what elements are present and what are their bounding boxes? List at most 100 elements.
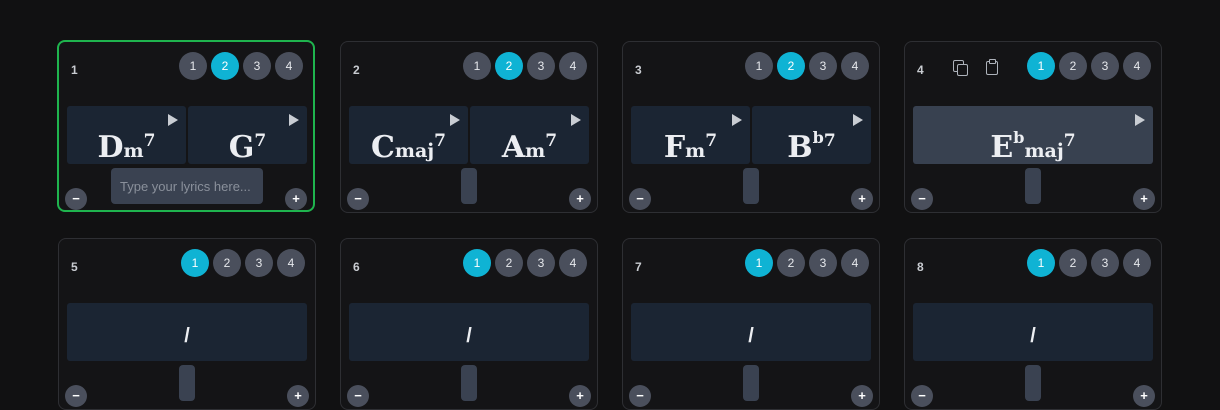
beat-button-2[interactable]: 2 bbox=[495, 52, 523, 80]
lyrics-handle[interactable] bbox=[461, 365, 477, 401]
chord-quality: maj bbox=[394, 140, 435, 162]
beat-selector: 1 2 3 4 bbox=[1027, 52, 1151, 80]
lyrics-handle[interactable] bbox=[1025, 365, 1041, 401]
measure-card-8[interactable]: 8 1 2 3 4 / − + bbox=[904, 238, 1162, 410]
beat-button-4[interactable]: 4 bbox=[841, 52, 869, 80]
add-chord-button[interactable]: + bbox=[569, 385, 591, 407]
chord-slot[interactable]: Bb7 bbox=[752, 106, 871, 165]
beat-button-2[interactable]: 2 bbox=[777, 52, 805, 80]
chord-root: C bbox=[370, 130, 395, 165]
chord-symbol: Cmaj7 bbox=[349, 128, 468, 165]
chord-slot[interactable]: G7 bbox=[188, 106, 307, 165]
beat-button-1[interactable]: 1 bbox=[463, 52, 491, 80]
beat-button-4[interactable]: 4 bbox=[277, 249, 305, 277]
measure-card-4[interactable]: 4 1 2 3 4 Ebmaj7 − + bbox=[904, 41, 1162, 213]
add-chord-button[interactable]: + bbox=[851, 385, 873, 407]
beat-button-3[interactable]: 3 bbox=[527, 249, 555, 277]
chord-slot[interactable]: Fm7 bbox=[631, 106, 750, 165]
chord-slot[interactable]: / bbox=[349, 303, 589, 361]
play-icon[interactable] bbox=[571, 114, 581, 126]
beat-button-3[interactable]: 3 bbox=[809, 52, 837, 80]
play-icon[interactable] bbox=[289, 114, 299, 126]
chord-area: Ebmaj7 bbox=[913, 106, 1153, 165]
beat-button-4[interactable]: 4 bbox=[275, 52, 303, 80]
lyrics-handle[interactable] bbox=[461, 168, 477, 204]
remove-chord-button[interactable]: − bbox=[347, 385, 369, 407]
add-chord-button[interactable]: + bbox=[569, 188, 591, 210]
lyrics-handle[interactable] bbox=[179, 365, 195, 401]
remove-chord-button[interactable]: − bbox=[911, 188, 933, 210]
lyrics-input[interactable] bbox=[111, 168, 263, 204]
chord-root: E bbox=[990, 130, 1014, 165]
beat-button-1[interactable]: 1 bbox=[745, 52, 773, 80]
chord-symbol: Dm7 bbox=[67, 128, 186, 165]
play-icon[interactable] bbox=[168, 114, 178, 126]
beat-button-2[interactable]: 2 bbox=[1059, 52, 1087, 80]
chord-slot[interactable]: Cmaj7 bbox=[349, 106, 468, 165]
beat-button-1[interactable]: 1 bbox=[181, 249, 209, 277]
lyrics-handle[interactable] bbox=[743, 365, 759, 401]
measure-card-3[interactable]: 3 1 2 3 4 Fm7 Bb7 − + bbox=[622, 41, 880, 213]
chord-slot[interactable]: / bbox=[67, 303, 307, 361]
beat-button-3[interactable]: 3 bbox=[243, 52, 271, 80]
beat-button-1[interactable]: 1 bbox=[1027, 249, 1055, 277]
beat-selector: 1 2 3 4 bbox=[745, 52, 869, 80]
beat-button-4[interactable]: 4 bbox=[559, 52, 587, 80]
beat-button-4[interactable]: 4 bbox=[841, 249, 869, 277]
beat-button-3[interactable]: 3 bbox=[245, 249, 273, 277]
lyrics-handle[interactable] bbox=[1025, 168, 1041, 204]
chord-extension: 7 bbox=[434, 131, 447, 151]
add-chord-button[interactable]: + bbox=[1133, 188, 1155, 210]
copy-icon[interactable] bbox=[951, 58, 969, 76]
chord-slot[interactable]: Dm7 bbox=[67, 106, 186, 165]
add-chord-button[interactable]: + bbox=[287, 385, 309, 407]
beat-selector: 1 2 3 4 bbox=[181, 249, 305, 277]
beat-button-3[interactable]: 3 bbox=[809, 249, 837, 277]
beat-button-1[interactable]: 1 bbox=[1027, 52, 1055, 80]
measure-card-2[interactable]: 2 1 2 3 4 Cmaj7 Am7 − + bbox=[340, 41, 598, 213]
measure-card-5[interactable]: 5 1 2 3 4 / − + bbox=[58, 238, 316, 410]
beat-button-2[interactable]: 2 bbox=[211, 52, 239, 80]
play-icon[interactable] bbox=[732, 114, 742, 126]
remove-chord-button[interactable]: − bbox=[629, 188, 651, 210]
measure-number: 6 bbox=[353, 260, 360, 274]
chord-slot[interactable]: / bbox=[913, 303, 1153, 361]
play-icon[interactable] bbox=[1135, 114, 1145, 126]
measure-number: 1 bbox=[71, 63, 78, 77]
beat-button-4[interactable]: 4 bbox=[1123, 249, 1151, 277]
add-chord-button[interactable]: + bbox=[851, 188, 873, 210]
remove-chord-button[interactable]: − bbox=[65, 188, 87, 210]
clipboard-icon[interactable] bbox=[983, 58, 1001, 76]
beat-selector: 1 2 3 4 bbox=[463, 52, 587, 80]
chord-root: B bbox=[787, 130, 813, 165]
beat-button-4[interactable]: 4 bbox=[1123, 52, 1151, 80]
beat-button-2[interactable]: 2 bbox=[213, 249, 241, 277]
add-chord-button[interactable]: + bbox=[285, 188, 307, 210]
chord-slot[interactable]: Ebmaj7 bbox=[913, 106, 1153, 165]
beat-button-1[interactable]: 1 bbox=[179, 52, 207, 80]
chord-slot[interactable]: / bbox=[631, 303, 871, 361]
chord-slot[interactable]: Am7 bbox=[470, 106, 589, 165]
beat-button-2[interactable]: 2 bbox=[1059, 249, 1087, 277]
measure-card-6[interactable]: 6 1 2 3 4 / − + bbox=[340, 238, 598, 410]
beat-button-1[interactable]: 1 bbox=[463, 249, 491, 277]
lyrics-handle[interactable] bbox=[743, 168, 759, 204]
remove-chord-button[interactable]: − bbox=[65, 385, 87, 407]
measure-card-7[interactable]: 7 1 2 3 4 / − + bbox=[622, 238, 880, 410]
beat-button-4[interactable]: 4 bbox=[559, 249, 587, 277]
add-chord-button[interactable]: + bbox=[1133, 385, 1155, 407]
measure-card-1[interactable]: 1 1 2 3 4 Dm7 G7 − + bbox=[57, 40, 315, 212]
beat-button-3[interactable]: 3 bbox=[527, 52, 555, 80]
remove-chord-button[interactable]: − bbox=[629, 385, 651, 407]
beat-button-2[interactable]: 2 bbox=[495, 249, 523, 277]
beat-button-3[interactable]: 3 bbox=[1091, 52, 1119, 80]
beat-button-3[interactable]: 3 bbox=[1091, 249, 1119, 277]
remove-chord-button[interactable]: − bbox=[347, 188, 369, 210]
play-icon[interactable] bbox=[853, 114, 863, 126]
play-icon[interactable] bbox=[450, 114, 460, 126]
chord-area: Fm7 Bb7 bbox=[631, 106, 871, 165]
beat-button-1[interactable]: 1 bbox=[745, 249, 773, 277]
beat-selector: 1 2 3 4 bbox=[745, 249, 869, 277]
remove-chord-button[interactable]: − bbox=[911, 385, 933, 407]
beat-button-2[interactable]: 2 bbox=[777, 249, 805, 277]
